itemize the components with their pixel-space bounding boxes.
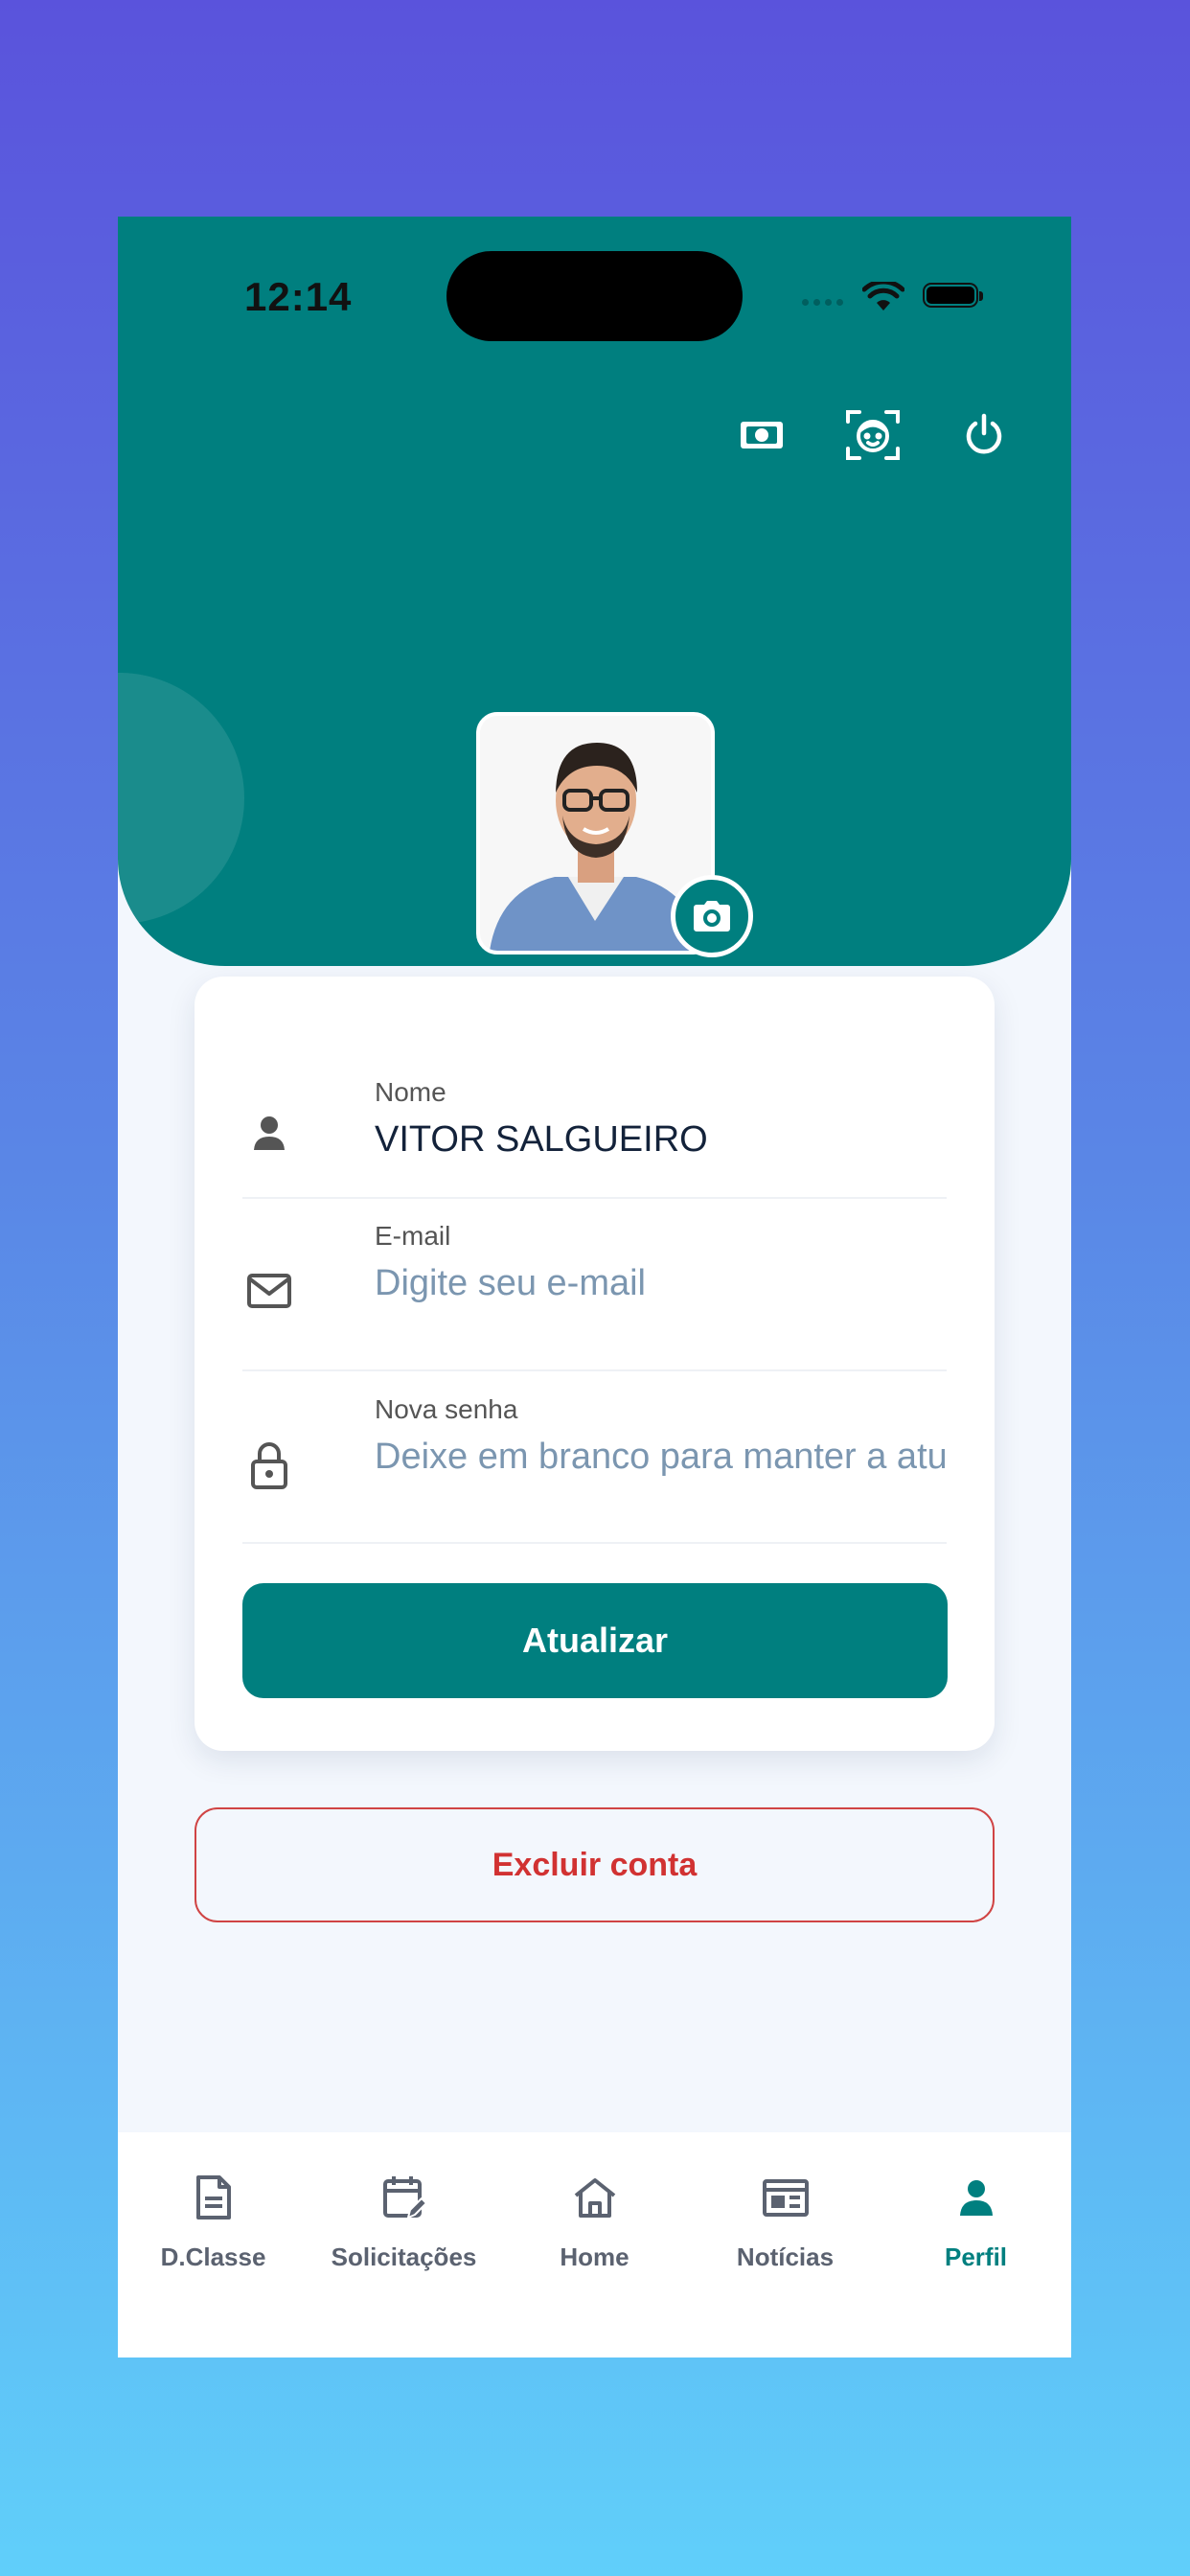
password-field[interactable]: Nova senha — [242, 1394, 947, 1544]
tab-perfil[interactable]: Perfil — [881, 2132, 1071, 2271]
change-photo-button[interactable] — [671, 875, 753, 957]
document-icon — [118, 2173, 309, 2222]
update-button[interactable]: Atualizar — [242, 1583, 948, 1698]
name-field: Nome VITOR SALGUEIRO — [242, 1068, 947, 1199]
status-time: 12:14 — [244, 274, 353, 319]
bottom-tab-bar: D.Classe Solicitações Home Notícias Perf… — [118, 2132, 1071, 2358]
tab-label: Home — [560, 2242, 629, 2271]
money-icon[interactable] — [731, 404, 792, 466]
tab-label: Solicitações — [331, 2242, 477, 2271]
tab-label: Notícias — [736, 2242, 835, 2271]
tab-label: Perfil — [944, 2242, 1008, 2271]
tab-home[interactable]: Home — [499, 2132, 690, 2271]
app-screen: 12:14 Nome VITOR SALGUEIRO E-mail Digite… — [118, 217, 1071, 2358]
decorative-circle — [118, 673, 244, 924]
home-icon — [499, 2173, 690, 2222]
email-label: E-mail — [375, 1221, 451, 1251]
power-icon[interactable] — [953, 404, 1015, 466]
profile-form-card: Nome VITOR SALGUEIRO E-mail Nova senha — [195, 977, 995, 1751]
calendar-edit-icon — [309, 2173, 499, 2222]
tab-dclasse[interactable]: D.Classe — [118, 2132, 309, 2271]
battery-icon — [923, 283, 983, 308]
person-icon — [242, 1106, 296, 1160]
email-field[interactable]: E-mail — [242, 1221, 947, 1371]
name-label: Nome — [375, 1077, 446, 1107]
name-value: VITOR SALGUEIRO — [375, 1119, 708, 1160]
camera-icon — [694, 901, 730, 932]
tab-label: D.Classe — [160, 2242, 266, 2271]
profile-header: 12:14 — [118, 217, 1071, 966]
password-input[interactable] — [375, 1437, 945, 1478]
lock-icon — [242, 1438, 296, 1492]
cellular-signal-icon — [802, 293, 848, 310]
password-label: Nova senha — [375, 1394, 518, 1424]
wifi-icon — [862, 282, 904, 310]
delete-account-button[interactable]: Excluir conta — [195, 1807, 995, 1922]
newspaper-icon — [690, 2173, 881, 2222]
email-input[interactable] — [375, 1263, 945, 1304]
person-icon — [881, 2173, 1071, 2222]
tab-solicitacoes[interactable]: Solicitações — [309, 2132, 499, 2271]
dynamic-island — [446, 251, 743, 341]
mail-icon — [242, 1264, 296, 1318]
face-scan-icon[interactable] — [842, 404, 904, 466]
tab-noticias[interactable]: Notícias — [690, 2132, 881, 2271]
